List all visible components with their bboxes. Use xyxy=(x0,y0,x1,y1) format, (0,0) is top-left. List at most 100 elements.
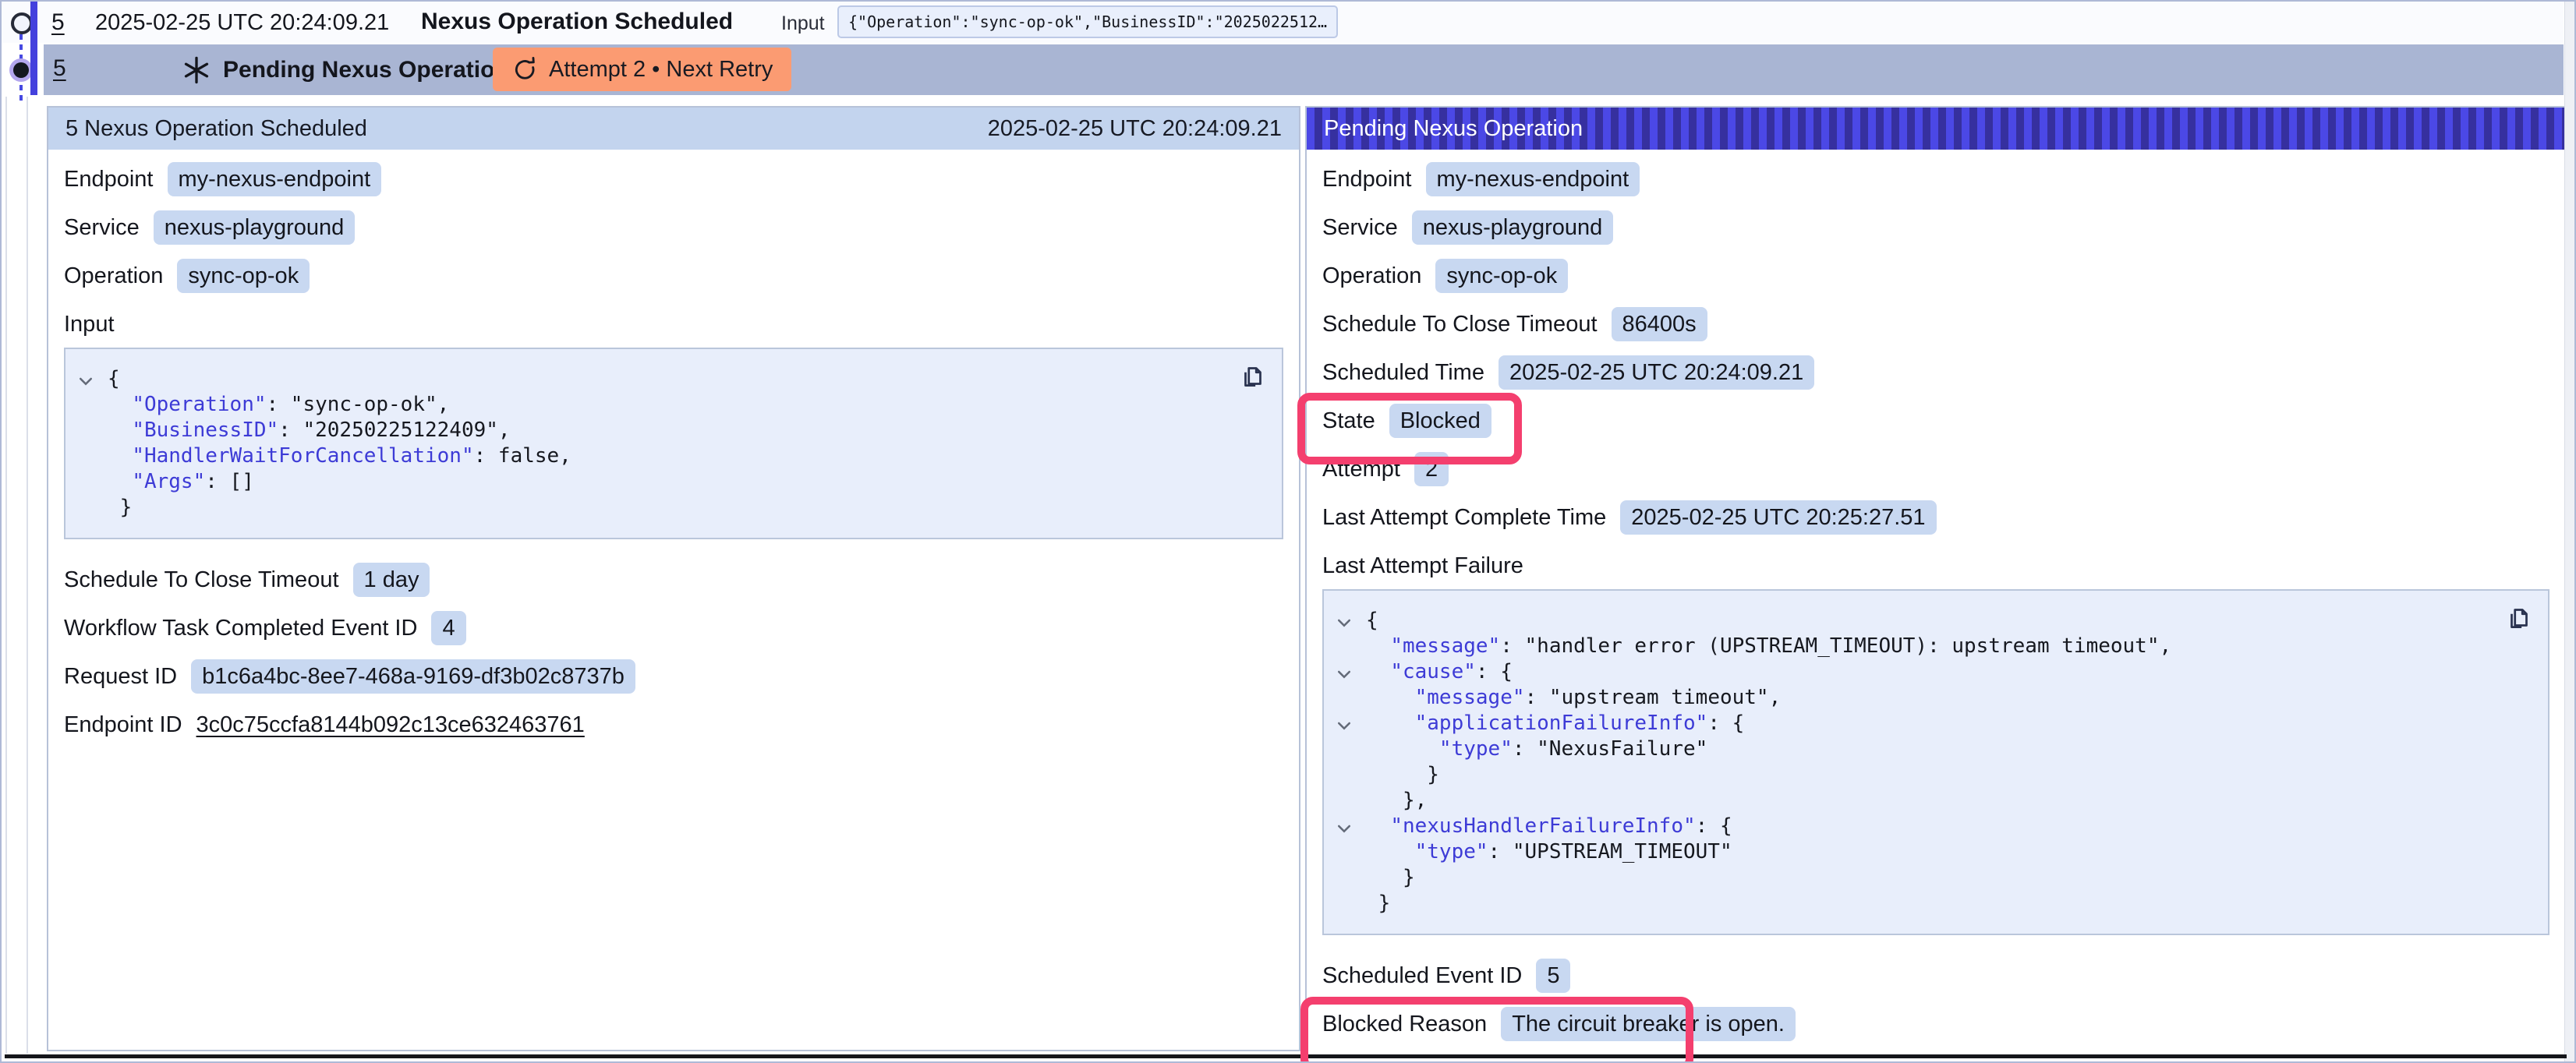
field-row: Attempt 2 xyxy=(1322,452,1449,486)
field-row: Endpoint my-nexus-endpoint xyxy=(1322,162,1640,196)
event-id-link[interactable]: 5 xyxy=(53,55,66,82)
event-id-link[interactable]: 5 xyxy=(51,9,65,36)
field-row: Workflow Task Completed Event ID 4 xyxy=(64,611,466,645)
field-label: Endpoint ID xyxy=(64,712,182,738)
field-value-badge: 2025-02-25 UTC 20:24:09.21 xyxy=(1499,355,1814,390)
event-row-scheduled[interactable]: 5 2025-02-25 UTC 20:24:09.21 Nexus Opera… xyxy=(2,2,2564,43)
event-timestamp: 2025-02-25 UTC 20:24:09.21 xyxy=(95,10,389,36)
code-line: "Operation": "sync-op-ok", xyxy=(75,392,1227,418)
code-line: } xyxy=(1333,762,2493,788)
field-row: Schedule To Close Timeout86400s xyxy=(1322,307,1707,341)
code-line: "type": "UPSTREAM_TIMEOUT" xyxy=(1333,839,2493,865)
event-history-view: 5 2025-02-25 UTC 20:24:09.21 Nexus Opera… xyxy=(0,0,2576,1063)
field-row: Operation sync-op-ok xyxy=(1322,259,1568,293)
field-value-badge: Blocked xyxy=(1389,404,1491,438)
field-row: Last Attempt Failure xyxy=(1322,549,1537,583)
code-line: "cause": { xyxy=(1333,659,2493,685)
code-line: "type": "NexusFailure" xyxy=(1333,736,2493,762)
code-line: "applicationFailureInfo": { xyxy=(1333,711,2493,736)
copy-button[interactable] xyxy=(2503,602,2535,634)
chevron-down-icon[interactable] xyxy=(1335,716,1353,735)
field-label: Request ID xyxy=(64,664,177,690)
chevron-down-icon[interactable] xyxy=(76,372,95,390)
field-value-badge: 5 xyxy=(1536,959,1570,993)
field-row: Operationsync-op-ok xyxy=(64,259,310,293)
code-line: { xyxy=(1333,608,2493,634)
pending-panel-title: Pending Nexus Operation xyxy=(1324,116,1583,142)
field-label: Service xyxy=(64,215,140,241)
bottom-divider xyxy=(5,1054,2567,1058)
pending-title-group: Pending Nexus Operation xyxy=(181,55,509,86)
code-line: { xyxy=(75,366,1227,392)
field-value-badge: 4 xyxy=(431,611,465,645)
field-value-badge: 1 day xyxy=(353,563,430,597)
code-line: "message": "upstream timeout", xyxy=(1333,685,2493,711)
timeline-open-circle-icon[interactable] xyxy=(11,12,33,34)
pending-operation-panel: Pending Nexus Operation Endpoint my-nexus… xyxy=(1305,106,2567,1063)
scheduled-event-panel: 5 Nexus Operation Scheduled 2025-02-25 U… xyxy=(47,106,1300,1051)
field-label: Endpoint xyxy=(1322,167,1412,192)
code-line: "message": "handler error (UPSTREAM_TIME… xyxy=(1333,634,2493,659)
scheduled-panel-header: 5 Nexus Operation Scheduled 2025-02-25 U… xyxy=(48,108,1299,150)
field-label: Scheduled Event ID xyxy=(1322,963,1522,989)
code-line: "Args": [] xyxy=(75,469,1227,495)
chevron-down-icon[interactable] xyxy=(1335,613,1353,632)
field-row: State Blocked xyxy=(1322,404,1491,438)
pending-panel-body: Endpoint my-nexus-endpoint Service nexus-pl… xyxy=(1307,150,2565,1041)
field-label: Scheduled Time xyxy=(1322,360,1484,386)
asterisk-icon xyxy=(181,55,212,86)
retry-badge-label: Attempt 2 • Next Retry xyxy=(549,57,773,83)
code-line: }, xyxy=(1333,788,2493,814)
endpoint-id-link[interactable]: 3c0c75ccfa8144b092c13ce632463761 xyxy=(196,712,585,738)
code-line: "nexusHandlerFailureInfo": { xyxy=(1333,814,2493,839)
code-line: } xyxy=(1333,891,2493,916)
retry-badge: Attempt 2 • Next Retry xyxy=(493,48,791,91)
field-value-badge: 2025-02-25 UTC 20:25:27.51 xyxy=(1620,500,1936,535)
code-line: "BusinessID": "20250225122409", xyxy=(75,418,1227,443)
input-preview-pill: {"Operation":"sync-op-ok","BusinessID":"… xyxy=(837,5,1338,38)
input-label: Input xyxy=(781,12,825,35)
event-title: Nexus Operation Scheduled xyxy=(421,9,733,35)
field-row: Input xyxy=(64,307,129,341)
json-code-block: { "message": "handler error (UPSTREAM_TI… xyxy=(1322,589,2549,935)
pending-panel-header: Pending Nexus Operation xyxy=(1307,108,2565,150)
field-value-badge: my-nexus-endpoint xyxy=(1426,162,1640,196)
field-label: State xyxy=(1322,408,1375,434)
field-label: Operation xyxy=(1322,263,1421,289)
code-line: "HandlerWaitForCancellation": false, xyxy=(75,443,1227,469)
field-label: Last Attempt Failure xyxy=(1322,553,1523,579)
field-value-badge: The circuit breaker is open. xyxy=(1501,1007,1796,1041)
chevron-down-icon[interactable] xyxy=(1335,819,1353,838)
chevron-down-icon[interactable] xyxy=(1335,665,1353,683)
scheduled-panel-title: 5 Nexus Operation Scheduled xyxy=(65,116,367,142)
copy-button[interactable] xyxy=(1237,360,1269,393)
field-label: Schedule To Close Timeout xyxy=(64,567,339,593)
field-row: Blocked ReasonThe circuit breaker is ope… xyxy=(1322,1007,1796,1041)
field-row: Request ID b1c6a4bc-8ee7-468a-9169-df3b02… xyxy=(64,659,635,694)
event-row-pending[interactable]: 5 Pending Nexus Operation Attempt 2 • Ne… xyxy=(44,44,2564,95)
pending-title: Pending Nexus Operation xyxy=(223,57,509,83)
field-row: Service nexus-playground xyxy=(1322,210,1613,245)
field-label: Attempt xyxy=(1322,457,1400,482)
field-label: Endpoint xyxy=(64,167,154,192)
field-value-badge: sync-op-ok xyxy=(1435,259,1568,293)
field-value-badge: nexus-playground xyxy=(154,210,356,245)
field-row: Last Attempt Complete Time 2025-02-25 UTC… xyxy=(1322,500,1937,535)
gutter-divider xyxy=(27,97,28,1054)
field-label: Schedule To Close Timeout xyxy=(1322,312,1598,337)
field-row: Schedule To Close Timeout 1 day xyxy=(64,563,430,597)
field-value-badge: b1c6a4bc-8ee7-468a-9169-df3b02c8737b xyxy=(191,659,635,694)
json-code-block: { "Operation": "sync-op-ok", "BusinessID… xyxy=(64,348,1283,539)
scheduled-panel-timestamp: 2025-02-25 UTC 20:24:09.21 xyxy=(988,116,1282,142)
field-value-badge: nexus-playground xyxy=(1412,210,1614,245)
field-label: Last Attempt Complete Time xyxy=(1322,505,1606,531)
field-label: Service xyxy=(1322,215,1398,241)
code-line: } xyxy=(1333,865,2493,891)
field-label: Workflow Task Completed Event ID xyxy=(64,616,417,641)
gutter-divider xyxy=(5,97,7,1054)
field-row: Endpoint ID 3c0c75ccfa8144b092c13ce632463… xyxy=(64,708,585,742)
field-label: Input xyxy=(64,312,115,337)
scrollbar-track[interactable] xyxy=(2564,2,2574,1061)
field-value-badge: 2 xyxy=(1414,452,1449,486)
timeline-current-circle-icon[interactable] xyxy=(13,62,29,78)
